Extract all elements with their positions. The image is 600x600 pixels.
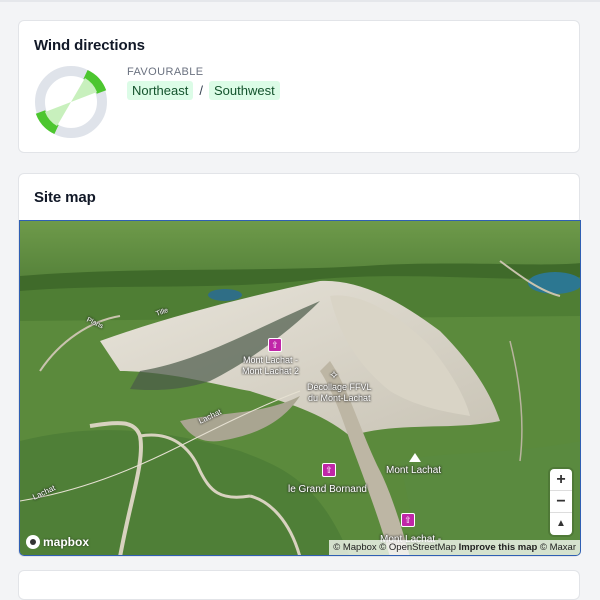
peak-icon — [409, 453, 421, 462]
site-map-card: Site map ⇧ Mont Lachat - Mont Lachat 2 ⟡… — [18, 173, 581, 557]
paragliding-site-icon[interactable]: ⇧ — [268, 338, 282, 352]
compass-reset-button[interactable]: ▲ — [550, 513, 572, 535]
paragliding-site-icon-2[interactable]: ⇧ — [322, 463, 336, 477]
map-terrain — [20, 221, 580, 555]
wind-directions-card: Wind directions FAVOURABLE Northeast / S… — [18, 20, 580, 153]
favourable-directions: Northeast / Southwest — [127, 81, 280, 100]
wind-directions-title: Wind directions — [34, 37, 145, 54]
attribution-mapbox-link[interactable]: © Mapbox — [333, 542, 376, 553]
improve-map-link[interactable]: Improve this map — [459, 542, 538, 553]
direction-separator: / — [199, 83, 203, 98]
takeoff-icon: ⟡ — [330, 367, 338, 381]
map-label-mont-lachat-2: Mont Lachat - Mont Lachat 2 — [242, 355, 300, 376]
map-label-decollage: Décollage FFVL du Mont-Lachat — [307, 382, 372, 403]
satellite-map[interactable]: ⇧ Mont Lachat - Mont Lachat 2 ⟡ Décollag… — [19, 220, 581, 556]
site-map-title: Site map — [34, 189, 96, 206]
direction-tag-northeast: Northeast — [127, 81, 194, 100]
favourable-label: FAVOURABLE — [127, 66, 204, 78]
zoom-out-button[interactable]: − — [550, 491, 572, 513]
mapbox-logo-text: mapbox — [43, 535, 90, 549]
next-card-edge — [18, 570, 580, 600]
wind-rose-icon — [35, 66, 107, 138]
attribution-maxar-link[interactable]: © Maxar — [540, 542, 576, 553]
page-top-divider — [0, 0, 600, 2]
map-label-grand-bornand: le Grand Bornand — [288, 484, 367, 495]
map-attribution: © Mapbox © OpenStreetMap Improve this ma… — [329, 540, 580, 555]
map-label-mont-lachat: Mont Lachat — [386, 465, 442, 476]
attribution-osm-link[interactable]: © OpenStreetMap — [379, 542, 456, 553]
map-navigation-control: + − ▲ — [550, 469, 572, 535]
mapbox-logo[interactable]: mapbox — [26, 535, 89, 549]
paragliding-site-icon-3[interactable]: ⇧ — [401, 513, 415, 527]
mapbox-logo-icon — [26, 535, 40, 549]
direction-tag-southwest: Southwest — [209, 81, 280, 100]
zoom-in-button[interactable]: + — [550, 469, 572, 491]
